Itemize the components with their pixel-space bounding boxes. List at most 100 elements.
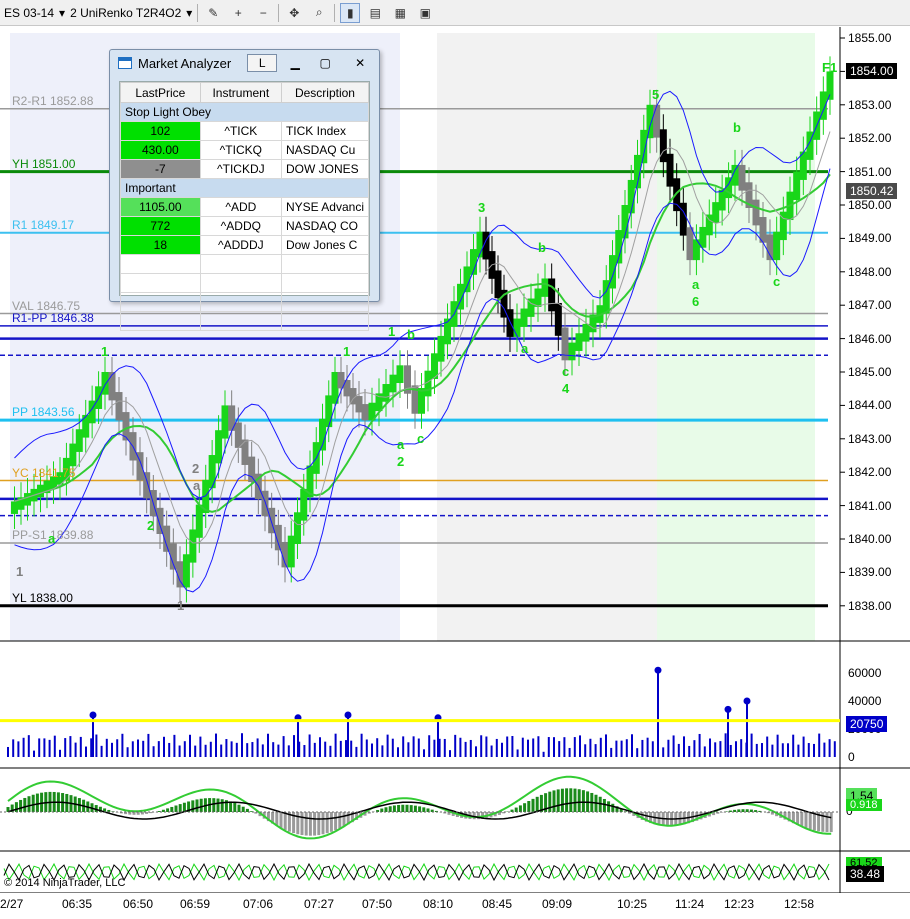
empty-cell [199, 311, 282, 331]
wave-label: 1 [101, 343, 109, 359]
dropdown-icon[interactable]: ▾ [59, 6, 65, 20]
price-tick: 1846.00 [848, 331, 892, 346]
close-icon[interactable]: ✕ [343, 56, 377, 70]
volume-marker [724, 705, 732, 713]
maximize-icon[interactable]: ▢ [313, 56, 337, 70]
renko-bar [234, 422, 242, 448]
renko-bar [575, 333, 583, 351]
level-label: YC 1841.75 [12, 465, 76, 480]
price-tick: 1850.00 [848, 198, 892, 212]
renko-bar [437, 335, 445, 362]
price-tick: 1855.00 [848, 31, 892, 45]
minimize-icon[interactable]: ▁ [283, 56, 307, 70]
description-cell: DOW JONES [280, 159, 370, 179]
table-row[interactable]: 102 ^TICK TICK Index [120, 121, 370, 141]
last-price-cell: 772 [120, 216, 201, 236]
market-analyzer-window[interactable]: Market Analyzer L ▁ ▢ ✕ LastPrice Instru… [109, 49, 380, 331]
column-header-lastprice[interactable]: LastPrice [120, 82, 201, 103]
draw-pencil-icon[interactable]: ✎ [203, 3, 223, 23]
grid-app-icon [118, 57, 132, 69]
empty-cell [120, 292, 201, 312]
price-tick: 1847.00 [848, 298, 892, 313]
last-price-badge: 1854.00 [846, 63, 898, 80]
renko-bar [666, 153, 674, 187]
time-tick: 07:27 [304, 897, 335, 911]
price-tick: 1844.00 [848, 398, 892, 413]
column-header-description[interactable]: Description [280, 82, 370, 103]
time-tick: 07:06 [243, 897, 274, 911]
price-tick: 1843.00 [848, 431, 892, 446]
time-axis: 2/27 06:35 06:50 06:59 07:06 07:27 07:50 08:10 0… [0, 893, 910, 919]
empty-cell [199, 254, 282, 274]
wave-label: F1 [822, 60, 838, 76]
bar-style-icon[interactable]: ▮ [340, 2, 361, 23]
volume-tick: 40000 [848, 694, 882, 708]
session-shade [437, 33, 657, 641]
price-tick: 1842.00 [848, 465, 892, 480]
group-row[interactable]: Important [120, 178, 369, 198]
indicators-icon[interactable]: ▤ [365, 3, 385, 23]
last-price-cell: -7 [120, 159, 201, 179]
level-label: YL 1838.00 [12, 590, 73, 605]
renko-bar [361, 404, 369, 421]
dropdown-icon[interactable]: ▾ [186, 6, 192, 20]
description-cell: NYSE Advanci [280, 197, 370, 217]
level-label: R2-R1 1852.88 [12, 93, 94, 108]
level-label: YH 1851.00 [12, 156, 76, 171]
toolbar-divider [334, 3, 336, 22]
toolbar-divider [197, 3, 199, 22]
strategies-icon[interactable]: ▦ [390, 3, 410, 23]
renko-bar [646, 104, 654, 139]
wave-label: 1 [343, 343, 351, 359]
time-tick: 08:10 [423, 897, 454, 911]
instrument-cell: ^ADDQ [199, 216, 282, 236]
renko-bar [640, 129, 648, 164]
time-tick: 06:59 [180, 897, 211, 911]
renko-bar [221, 405, 229, 439]
instrument-selector[interactable]: ES 03-14 [4, 6, 54, 20]
market-analyzer-titlebar[interactable]: Market Analyzer L ▁ ▢ ✕ [110, 50, 379, 76]
chart-type-selector[interactable]: 2 UniRenko T2R4O2 [70, 6, 181, 20]
table-row[interactable]: 1105.00 ^ADD NYSE Advanci [120, 197, 370, 217]
empty-cell [280, 254, 370, 274]
renko-bar [143, 472, 151, 499]
time-tick: 11:24 [675, 897, 705, 911]
group-row[interactable]: Stop Light Obey [120, 102, 369, 122]
wave-label: a [397, 437, 405, 453]
crosshair-icon[interactable]: ✥ [284, 3, 304, 23]
renko-bar [208, 455, 216, 489]
time-tick: 12:23 [724, 897, 755, 911]
renko-bar [287, 535, 295, 568]
market-analyzer-grid[interactable]: LastPrice Instrument Description Stop Li… [119, 81, 370, 331]
wave-label: c [417, 430, 425, 446]
time-tick: 06:50 [123, 897, 154, 911]
table-row[interactable]: 772 ^ADDQ NASDAQ CO [120, 216, 370, 236]
renko-bar [300, 488, 308, 521]
osc-value2-badge: 38.48 [846, 866, 885, 882]
wave-label: b [733, 120, 741, 136]
properties-icon[interactable]: ▣ [415, 3, 435, 23]
renko-bar [101, 372, 109, 395]
zoom-out-icon[interactable]: − [253, 3, 273, 23]
column-header-instrument[interactable]: Instrument [199, 82, 282, 103]
renko-bar [679, 202, 687, 236]
renko-bar [189, 529, 197, 563]
search-icon[interactable]: ⌕ [309, 3, 329, 23]
renko-bar [75, 429, 83, 452]
wave-label: 2 [192, 460, 200, 476]
table-row[interactable]: -7 ^TICKDJ DOW JONES [120, 159, 370, 179]
time-tick: 07:50 [362, 897, 393, 911]
renko-bar [766, 234, 774, 261]
table-row[interactable]: 430.00 ^TICKQ NASDAQ Cu [120, 140, 370, 160]
link-button[interactable]: L [247, 54, 278, 72]
table-row[interactable]: 18 ^ADDDJ Dow Jones C [120, 235, 370, 255]
wave-label: b [538, 240, 546, 256]
volume-marker [654, 666, 662, 674]
price-tick: 1852.00 [848, 131, 892, 146]
price-tick: 1849.00 [848, 231, 892, 246]
group-name: Important [120, 178, 369, 198]
time-tick: 2/27 [0, 897, 24, 911]
description-cell: NASDAQ Cu [280, 140, 370, 160]
zoom-in-icon[interactable]: + [228, 3, 248, 23]
renko-bar [115, 392, 123, 421]
